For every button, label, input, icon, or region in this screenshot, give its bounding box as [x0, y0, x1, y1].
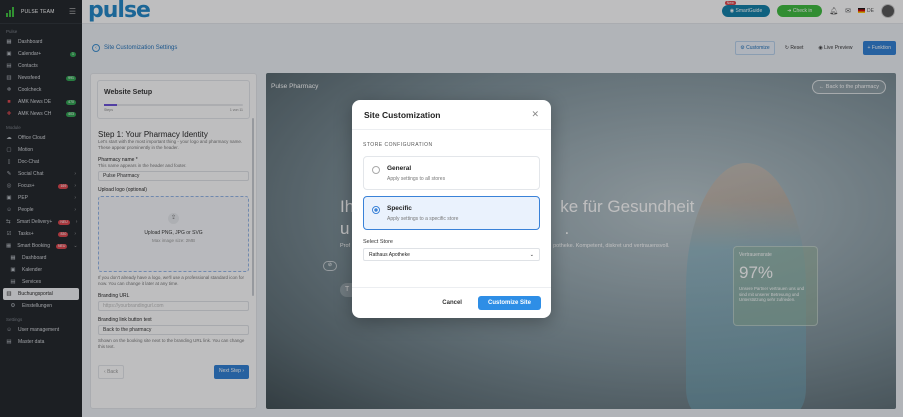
customize-site-button[interactable]: Customize Site [477, 296, 541, 310]
store-configuration-heading: STORE CONFIGURATION [363, 142, 433, 148]
option-name: General [387, 165, 412, 172]
option-description: Apply settings to all stores [387, 176, 446, 182]
site-customization-modal: Site Customization ✕ STORE CONFIGURATION… [352, 100, 551, 318]
radio-specific[interactable] [372, 206, 380, 214]
option-description: Apply settings to a specific store [387, 216, 459, 222]
store-select[interactable]: Rathaus Apotheke ⌄ [363, 248, 540, 261]
option-general[interactable]: General Apply settings to all stores [363, 156, 540, 190]
modal-title: Site Customization [364, 109, 441, 120]
store-select-value: Rathaus Apotheke [369, 251, 410, 258]
close-icon[interactable]: ✕ [531, 109, 539, 120]
radio-general[interactable] [372, 166, 380, 174]
option-specific[interactable]: Specific Apply settings to a specific sto… [363, 196, 540, 230]
cancel-button[interactable]: Cancel [442, 300, 462, 306]
select-store-label: Select Store [363, 239, 393, 245]
option-name: Specific [387, 205, 412, 212]
chevron-down-icon: ⌄ [529, 251, 534, 258]
